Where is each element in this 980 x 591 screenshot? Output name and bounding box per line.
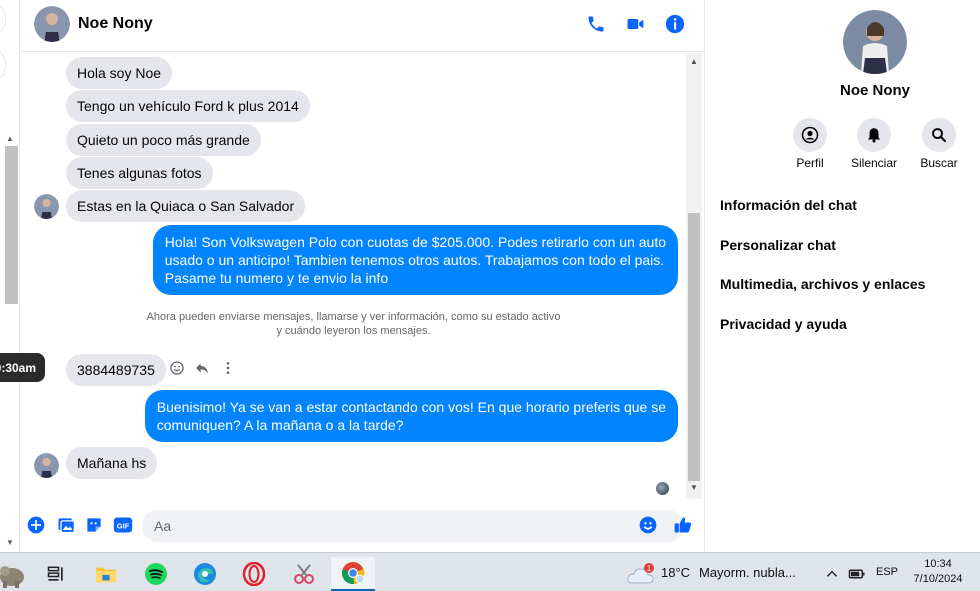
scroll-up-arrow[interactable]: ▲: [6, 134, 14, 143]
profile-icon[interactable]: [793, 118, 827, 152]
message-line: Hola! Son Volkswagen Polo con cuotas de …: [164, 234, 666, 250]
sender-avatar[interactable]: [34, 453, 59, 478]
clock-time: 10:34: [924, 558, 952, 570]
menu-customize-chat[interactable]: Personalizar chat: [720, 237, 836, 253]
message-list: Hola soy Noe Tengo un vehículo Ford k pl…: [21, 53, 686, 505]
message-line: Pasame tu numero y te envio la info: [164, 270, 389, 286]
menu-privacy-help[interactable]: Privacidad y ayuda: [720, 316, 847, 332]
sidebar-stub: [0, 4, 6, 34]
emoji-icon[interactable]: [638, 515, 658, 535]
scroll-down-arrow[interactable]: ▼: [690, 483, 698, 492]
mute-button[interactable]: Silenciar: [844, 118, 904, 170]
weather-badge: 1: [647, 564, 652, 573]
gallery-icon[interactable]: [56, 515, 76, 535]
message-scrollbar-thumb[interactable]: [688, 213, 700, 481]
message-incoming[interactable]: Hola soy Noe: [66, 57, 173, 89]
sidebar-scrollbar-thumb[interactable]: [5, 146, 18, 304]
contact-avatar[interactable]: [34, 6, 70, 42]
contact-name[interactable]: Noe Nony: [78, 15, 153, 33]
edge-icon[interactable]: [185, 557, 225, 591]
elephant-widget-icon[interactable]: [0, 557, 30, 591]
profile-button[interactable]: Perfil: [780, 118, 840, 170]
contact-profile-photo[interactable]: [843, 10, 907, 74]
thumbs-up-icon[interactable]: [673, 515, 693, 535]
message-incoming[interactable]: Tenes algunas fotos: [66, 157, 213, 189]
file-explorer-icon[interactable]: [86, 557, 126, 591]
scroll-up-arrow[interactable]: ▲: [690, 57, 698, 66]
windows-taskbar: 1 18°C Mayorm. nubla... ESP 10:34 7/10/2…: [0, 552, 980, 591]
weather-temperature[interactable]: 18°C: [661, 565, 690, 580]
message-line: Buenisimo! Ya se van a estar contactando…: [156, 399, 666, 415]
spotify-icon[interactable]: [136, 557, 176, 591]
battery-icon[interactable]: [845, 557, 869, 591]
menu-media-files-links[interactable]: Multimedia, archivos y enlaces: [720, 276, 925, 292]
composer: GIF: [21, 505, 703, 551]
phone-icon[interactable]: [584, 12, 608, 36]
more-options-icon[interactable]: [219, 359, 237, 377]
task-view-icon[interactable]: [36, 557, 76, 591]
chevron-up-icon[interactable]: [822, 557, 842, 591]
svg-text:GIF: GIF: [117, 521, 130, 530]
snipping-tool-icon[interactable]: [284, 557, 324, 591]
seen-indicator-avatar: [656, 482, 669, 495]
search-label: Buscar: [920, 156, 958, 170]
message-scrollbar[interactable]: ▲ ▼: [686, 53, 702, 499]
message-line: comuniquen? A la mañana o a la tarde?: [156, 417, 404, 433]
info-icon[interactable]: [663, 12, 687, 36]
message-line: usado o un anticipo! Tambien tenemos otr…: [164, 252, 665, 268]
emoji-react-icon[interactable]: [168, 359, 186, 377]
scroll-down-arrow[interactable]: ▼: [6, 538, 14, 547]
clock-date: 7/10/2024: [913, 573, 963, 585]
sidebar-stub: [0, 50, 6, 80]
language-indicator[interactable]: ESP: [876, 566, 898, 578]
gif-icon[interactable]: GIF: [112, 515, 134, 535]
message-incoming[interactable]: 3884489735: [66, 354, 166, 386]
mute-label: Silenciar: [850, 156, 898, 170]
privacy-notice-line: Ahora pueden enviarse mensajes, llamarse…: [146, 311, 561, 323]
message-incoming[interactable]: Mañana hs: [66, 447, 158, 479]
bell-icon[interactable]: [857, 118, 891, 152]
contact-name-large: Noe Nony: [839, 82, 910, 99]
message-incoming[interactable]: Quieto un poco más grande: [66, 124, 261, 156]
sticker-icon[interactable]: [84, 515, 104, 535]
system-clock[interactable]: 10:34 7/10/2024: [908, 557, 968, 587]
profile-label: Perfil: [796, 156, 824, 170]
chrome-icon[interactable]: [331, 557, 375, 591]
reply-icon[interactable]: [193, 359, 211, 377]
privacy-notice: Ahora pueden enviarse mensajes, llamarse…: [21, 310, 686, 338]
search-icon[interactable]: [922, 118, 956, 152]
message-incoming[interactable]: Tengo un vehículo Ford k plus 2014: [66, 90, 310, 122]
message-input[interactable]: [142, 510, 684, 542]
privacy-notice-line: y cuándo leyeron los mensajes.: [276, 325, 431, 337]
opera-icon[interactable]: [234, 557, 274, 591]
message-incoming[interactable]: Estas en la Quiaca o San Salvador: [66, 190, 306, 222]
search-button[interactable]: Buscar: [909, 118, 969, 170]
message-outgoing[interactable]: Buenisimo! Ya se van a estar contactando…: [144, 390, 678, 442]
conversation-details-panel: Noe Nony Perfil Silenciar Buscar Informa…: [704, 0, 980, 552]
sender-avatar[interactable]: [34, 194, 59, 219]
left-sidebar-strip: ▲ ▼: [0, 0, 20, 552]
chat-header: Noe Nony: [21, 0, 703, 52]
menu-chat-info[interactable]: Información del chat: [720, 197, 857, 213]
plus-icon[interactable]: [26, 515, 46, 535]
weather-description[interactable]: Mayorm. nubla...: [699, 565, 796, 580]
weather-cloud-icon[interactable]: 1: [624, 557, 658, 591]
timestamp-tooltip: 10:30am: [0, 353, 45, 382]
video-camera-icon[interactable]: [623, 12, 647, 36]
message-outgoing[interactable]: Hola! Son Volkswagen Polo con cuotas de …: [152, 225, 678, 295]
